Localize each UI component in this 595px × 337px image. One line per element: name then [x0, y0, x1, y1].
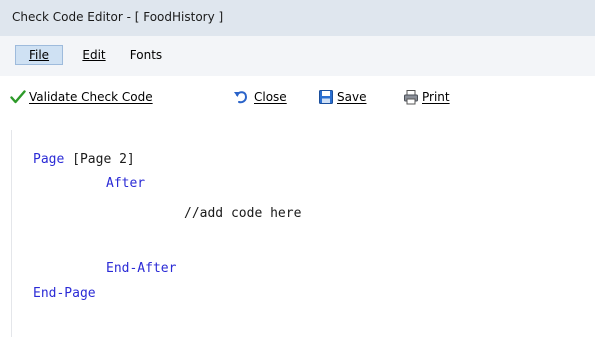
print-label: Print — [422, 90, 450, 104]
menu-file[interactable]: File — [15, 45, 63, 65]
toolbar: Validate Check Code Close Save Print — [0, 76, 595, 118]
code-line-end-page: End-Page — [33, 286, 96, 302]
close-button[interactable]: Close — [233, 87, 311, 107]
checkmark-icon — [10, 90, 26, 104]
code-text: [Page 2] — [64, 152, 135, 167]
printer-icon — [404, 90, 418, 105]
menu-fonts-label: Fonts — [129, 48, 163, 62]
menu-edit[interactable]: Edit — [77, 45, 111, 65]
keyword-page: Page — [33, 152, 65, 167]
keyword-end-page: End-Page — [33, 286, 96, 301]
code-line-comment: //add code here — [184, 206, 301, 222]
code-line-end-after: End-After — [106, 261, 176, 277]
menu-fonts[interactable]: Fonts — [122, 45, 170, 65]
editor-left-border — [11, 130, 12, 337]
menu-edit-label: Edit — [82, 48, 106, 62]
print-button[interactable]: Print — [403, 87, 478, 107]
save-label: Save — [337, 90, 367, 104]
code-comment: //add code here — [184, 206, 302, 221]
code-line-page: Page [Page 2] — [33, 152, 135, 168]
menu-file-label: File — [28, 48, 50, 62]
window-title-bar: Check Code Editor - [ FoodHistory ] — [0, 0, 595, 36]
close-label: Close — [254, 90, 287, 104]
validate-check-code-button[interactable]: Validate Check Code — [10, 87, 196, 107]
keyword-after: After — [106, 176, 146, 191]
floppy-disk-icon — [319, 90, 333, 104]
keyword-end-after: End-After — [106, 261, 177, 276]
menu-bar: File Edit Fonts — [0, 36, 595, 76]
window-title: Check Code Editor - [ FoodHistory ] — [12, 10, 224, 24]
code-editor[interactable] — [0, 118, 595, 337]
undo-arrow-icon — [234, 91, 248, 104]
validate-label: Validate Check Code — [29, 90, 153, 104]
code-line-after: After — [106, 176, 145, 192]
save-button[interactable]: Save — [318, 87, 390, 107]
